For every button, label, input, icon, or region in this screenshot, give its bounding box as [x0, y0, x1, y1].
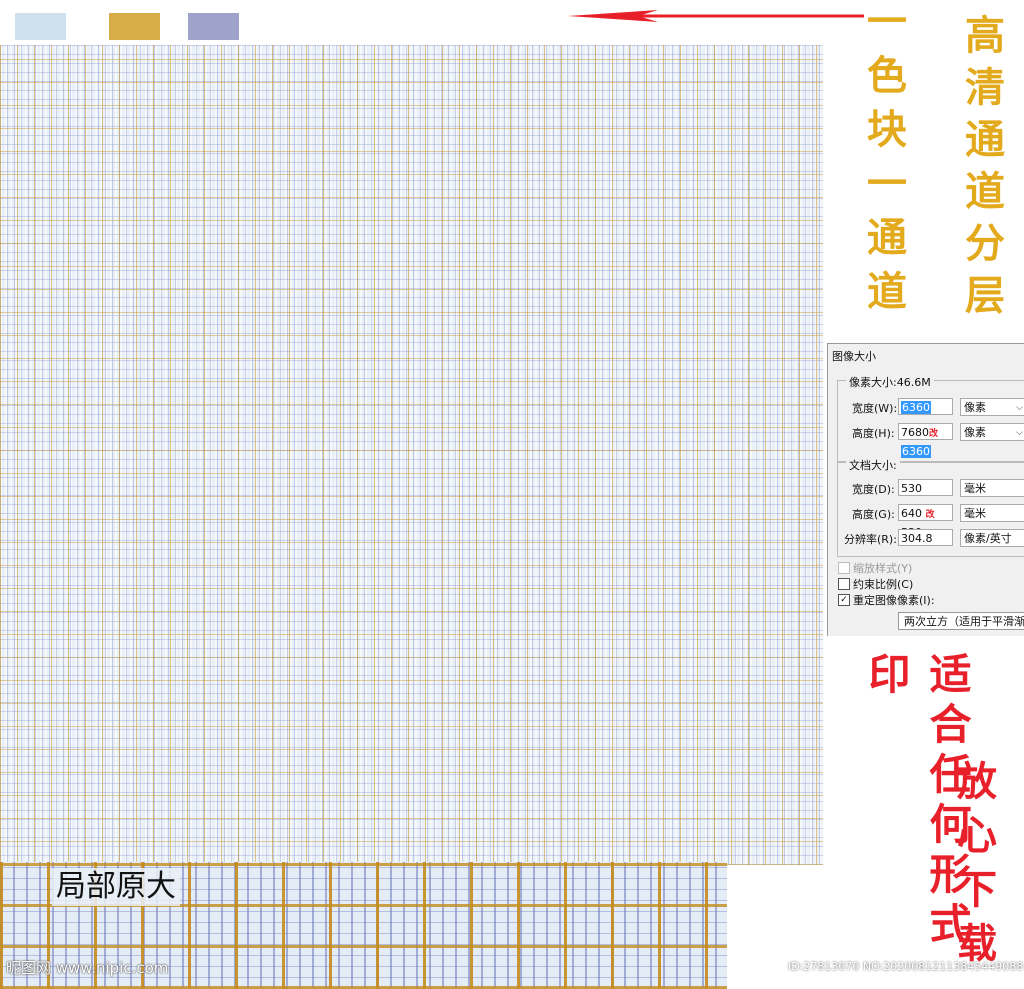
width-unit-select[interactable]: 像素 ⌵	[960, 398, 1024, 416]
dialog-title: 图像大小	[832, 350, 876, 363]
doc-height-input[interactable]: 640 改 530	[898, 504, 953, 539]
resolution-value: 304.8	[901, 532, 933, 545]
resolution-unit-select[interactable]: 像素/英寸	[960, 529, 1024, 547]
chevron-down-icon: ⌵	[1016, 428, 1023, 438]
gold-caption-left: 一色块一通道	[860, 0, 907, 324]
width-unit: 像素	[964, 401, 986, 414]
site-watermark: 昵图网 www.nipic.com	[6, 959, 169, 977]
scale-styles-label: 缩放样式(Y)	[853, 562, 913, 575]
height-value-old: 7680	[901, 426, 929, 439]
pixel-size-label: 像素大小:46.6M	[846, 374, 934, 390]
color-swatch-3	[188, 13, 239, 40]
doc-width-unit: 毫米	[964, 482, 986, 495]
detail-label: 局部原大	[52, 868, 180, 906]
width-input[interactable]: 6360	[898, 398, 953, 415]
constrain-label: 约束比例(C)	[853, 578, 914, 591]
checkbox-box	[838, 578, 850, 590]
texture-pattern	[0, 45, 823, 865]
doc-height-unit: 毫米	[964, 507, 986, 520]
height-input[interactable]: 7680改 6360	[898, 423, 953, 458]
height-unit: 像素	[964, 426, 986, 439]
doc-height-change-note: 改	[925, 510, 935, 520]
height-label: 高度(H):	[852, 427, 895, 440]
resolution-unit: 像素/英寸	[964, 532, 1012, 545]
checkmark-icon: ✓	[838, 594, 850, 606]
document-size-label: 文档大小:	[846, 457, 900, 473]
resample-method-select[interactable]: 两次立方（适用于平滑渐变）	[898, 612, 1024, 630]
width-label: 宽度(W):	[852, 402, 898, 415]
image-size-dialog: 图像大小 像素大小:46.6M 宽度(W): 6360 像素 ⌵ 高度(H): 7…	[827, 343, 1024, 636]
doc-height-label: 高度(G):	[852, 508, 895, 521]
doc-width-unit-select[interactable]: 毫米	[960, 479, 1024, 497]
resolution-input[interactable]: 304.8	[898, 529, 953, 546]
doc-width-label: 宽度(D):	[852, 483, 895, 496]
color-swatch-2	[109, 13, 160, 40]
resample-checkbox[interactable]: ✓ 重定图像像素(I):	[838, 592, 935, 608]
color-swatch-1	[15, 13, 66, 40]
height-unit-select[interactable]: 像素 ⌵	[960, 423, 1024, 441]
resolution-label: 分辨率(R):	[844, 533, 897, 546]
height-value-new: 6360	[901, 445, 931, 458]
id-watermark: ID:27813070 NO:20200812113845449088	[788, 960, 1024, 973]
doc-height-unit-select[interactable]: 毫米	[960, 504, 1024, 522]
arrow-left-icon	[568, 10, 864, 22]
constrain-proportions-checkbox[interactable]: 约束比例(C)	[838, 576, 913, 592]
width-value: 6360	[901, 401, 931, 414]
scale-styles-checkbox[interactable]: 缩放样式(Y)	[838, 560, 912, 576]
doc-height-old: 640	[901, 507, 922, 520]
chevron-down-icon: ⌵	[1016, 403, 1023, 413]
checkbox-box	[838, 562, 850, 574]
doc-width-value: 530	[901, 482, 922, 495]
red-caption-right: 放心下载	[950, 760, 997, 976]
resample-label: 重定图像像素(I):	[853, 594, 935, 607]
height-change-note: 改	[929, 429, 939, 439]
gold-caption-right: 高清通道分层	[958, 14, 1005, 326]
doc-width-input[interactable]: 530	[898, 479, 953, 496]
